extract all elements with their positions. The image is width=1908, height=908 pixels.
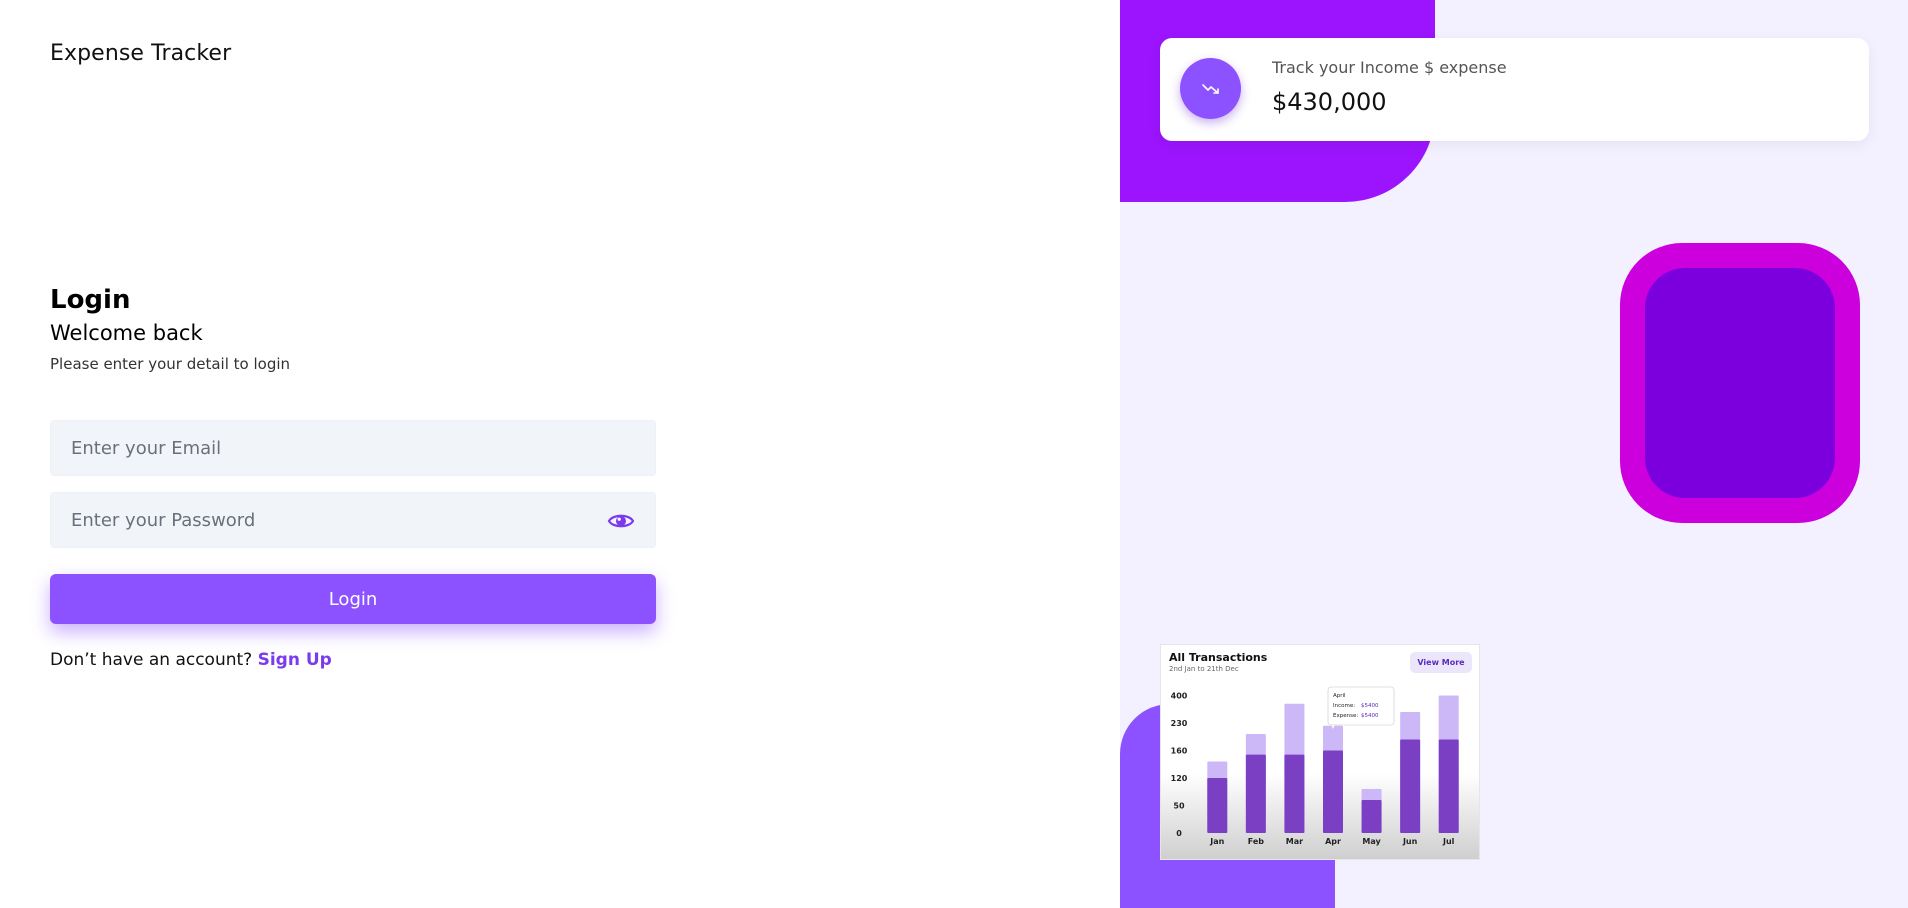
transactions-chart-card: All Transactions 2nd Jan to 21th Dec Vie…	[1160, 644, 1480, 860]
tooltip-value: $5400	[1361, 713, 1379, 719]
decorative-blob-violet	[1645, 268, 1835, 498]
y-tick-label: 0	[1176, 829, 1182, 838]
x-tick-label: Apr	[1325, 837, 1341, 846]
email-input[interactable]	[51, 421, 655, 475]
stat-card: Track your Income $ expense $430,000	[1160, 38, 1869, 141]
y-tick-label: 400	[1171, 692, 1188, 701]
welcome-text: Welcome back	[50, 321, 203, 345]
password-field-wrapper	[50, 492, 656, 548]
bar-income	[1323, 750, 1343, 833]
y-tick-label: 160	[1171, 747, 1188, 756]
tooltip-value: $5400	[1361, 703, 1379, 709]
login-subtitle: Please enter your detail to login	[50, 355, 291, 373]
x-tick-label: May	[1362, 837, 1381, 846]
y-tick-label: 50	[1173, 802, 1185, 811]
tooltip-label: Expense:	[1333, 713, 1358, 719]
bar-income	[1207, 778, 1228, 833]
x-tick-label: Jan	[1209, 837, 1224, 846]
signup-link[interactable]: Sign Up	[258, 650, 332, 670]
bar-income	[1361, 800, 1382, 833]
stat-label: Track your Income $ expense	[1272, 58, 1507, 77]
login-panel: Expense Tracker Login Welcome back Pleas…	[0, 0, 1120, 908]
login-button[interactable]: Login	[50, 574, 656, 624]
y-tick-label: 120	[1171, 774, 1188, 783]
bar-income	[1284, 754, 1305, 833]
eye-icon[interactable]	[607, 509, 635, 533]
illustration-panel: Track your Income $ expense $430,000 All…	[1120, 0, 1908, 908]
signup-prompt-text: Don’t have an account?	[50, 650, 253, 670]
x-tick-label: Jun	[1402, 837, 1418, 846]
tooltip-label: April	[1333, 693, 1346, 699]
x-tick-label: Feb	[1248, 837, 1265, 846]
chart-tooltip: April Income: $5400Expense: $5400	[1327, 686, 1395, 730]
signup-prompt: Don’t have an account? Sign Up	[50, 650, 332, 670]
transactions-bar-chart: 0 50 120 160 230 400 Jan Feb Mar Apr May Jun Jul Apri…	[1171, 686, 1459, 846]
trending-down-icon	[1180, 58, 1241, 119]
login-heading: Login	[50, 285, 131, 315]
bar-income	[1438, 739, 1459, 833]
y-tick-label: 230	[1171, 719, 1188, 728]
x-tick-label: Mar	[1286, 837, 1303, 846]
password-input[interactable]	[51, 493, 655, 547]
x-tick-label: Jul	[1442, 837, 1455, 846]
stat-value: $430,000	[1272, 88, 1387, 116]
bar-income	[1245, 754, 1266, 833]
tooltip-label: Income:	[1333, 703, 1355, 709]
email-field-wrapper	[50, 420, 656, 476]
app-title: Expense Tracker	[50, 41, 232, 66]
bar-income	[1400, 739, 1421, 833]
